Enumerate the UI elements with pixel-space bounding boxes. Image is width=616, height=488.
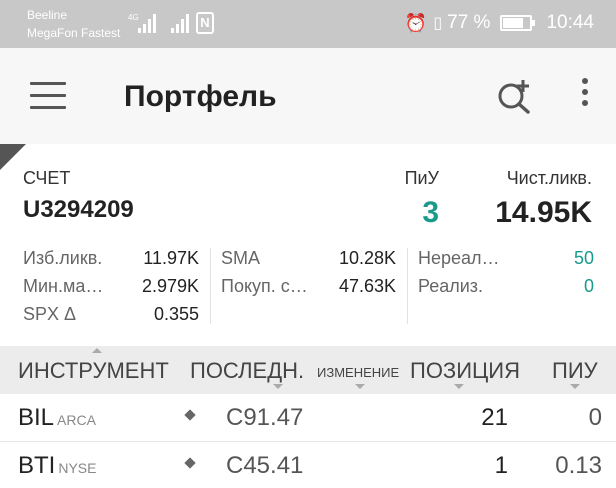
metrics-column-1: Изб.ликв. 11.97K Мин.ма… 2.979K SPX Δ 0.…	[23, 244, 199, 328]
row-last-price: C91.47	[226, 404, 304, 431]
account-number: U3294209	[23, 196, 134, 223]
sort-icon	[570, 384, 580, 389]
pnl-value: 3	[422, 196, 439, 229]
app-bar: Портфель	[0, 48, 616, 144]
sort-asc-icon	[92, 348, 102, 353]
vibrate-icon: ▯	[433, 15, 442, 32]
sort-icon	[273, 384, 283, 389]
corner-marker	[0, 144, 26, 170]
metric-label: Нереал…	[418, 247, 500, 268]
row-symbol: BIL ARCA	[18, 404, 96, 431]
signal-icon	[171, 14, 189, 33]
sort-icon	[454, 384, 464, 389]
carrier-2: MegaFon Fastest	[27, 26, 121, 40]
page-title: Портфель	[124, 80, 277, 113]
column-instrument[interactable]: ИНСТРУМЕНТ	[18, 358, 169, 384]
table-row[interactable]: BTI NYSE C45.41 1 0.13	[0, 442, 616, 488]
row-symbol: BTI NYSE	[18, 452, 97, 479]
metric-value: 11.97K	[143, 247, 199, 268]
metric-row: SMA 10.28K	[221, 244, 396, 272]
metric-label: SPX Δ	[23, 303, 77, 324]
row-position: 1	[494, 452, 508, 479]
metric-row: Реализ. 0	[418, 272, 594, 300]
carrier-1: Beeline	[27, 8, 68, 22]
metric-label: Мин.ма…	[23, 275, 104, 296]
metric-value: 0.355	[153, 303, 199, 324]
metrics-column-3: Нереал… 50 Реализ. 0	[418, 244, 594, 300]
metric-value: 10.28K	[338, 247, 396, 268]
signal-4g-icon: 4G	[128, 13, 156, 33]
row-exchange: ARCA	[57, 412, 96, 428]
metric-row: Изб.ликв. 11.97K	[23, 244, 199, 272]
metric-value: 50	[573, 247, 594, 268]
sort-icon	[355, 384, 365, 389]
status-right: ⏰ ▯ 77 % 10:44	[405, 12, 594, 34]
battery-icon	[500, 15, 536, 31]
search-add-icon[interactable]	[496, 78, 532, 114]
battery-percent: 77 %	[447, 12, 491, 33]
clock: 10:44	[546, 12, 594, 33]
status-bar: Beeline MegaFon Fastest 4G N ⏰ ▯ 77 % 10…	[0, 0, 616, 48]
row-last-price: C45.41	[226, 452, 304, 479]
nfc-icon: N	[196, 12, 214, 34]
account-label: СЧЕТ	[23, 168, 71, 188]
divider	[210, 248, 211, 324]
column-last[interactable]: ПОСЛЕДН.	[190, 358, 304, 384]
metric-label: Покуп. с…	[221, 275, 308, 296]
metric-label: Изб.ликв.	[23, 247, 103, 268]
more-vert-icon[interactable]	[575, 78, 595, 114]
column-pnl[interactable]: ПИУ	[552, 358, 598, 384]
diamond-icon	[184, 457, 196, 469]
row-pnl: 0.13	[555, 452, 602, 479]
table-row[interactable]: BIL ARCA C91.47 21 0	[0, 394, 616, 442]
metrics-column-2: SMA 10.28K Покуп. с… 47.63K	[221, 244, 396, 300]
column-change[interactable]: ИЗМЕНЕНИЕ	[317, 365, 399, 380]
diamond-icon	[184, 409, 196, 421]
metric-value: 47.63K	[338, 275, 396, 296]
row-exchange: NYSE	[58, 460, 97, 476]
row-position: 21	[481, 404, 508, 431]
metric-value: 2.979K	[141, 275, 199, 296]
metric-label: Реализ.	[418, 275, 484, 296]
account-summary[interactable]: СЧЕТ U3294209 ПиУ 3 Чист.ликв. 14.95K Из…	[0, 144, 616, 340]
pnl-label: ПиУ	[404, 168, 439, 188]
alarm-icon: ⏰	[404, 12, 428, 33]
metric-row: Мин.ма… 2.979K	[23, 272, 199, 300]
divider	[407, 248, 408, 324]
metric-value: 0	[583, 275, 594, 296]
metric-label: SMA	[221, 247, 261, 268]
metric-row: Нереал… 50	[418, 244, 594, 272]
table-header: ИНСТРУМЕНТ ПОСЛЕДН. ИЗМЕНЕНИЕ ПОЗИЦИЯ ПИ…	[0, 346, 616, 394]
metric-row: Покуп. с… 47.63K	[221, 272, 396, 300]
menu-icon[interactable]	[30, 82, 66, 110]
row-pnl: 0	[588, 404, 602, 431]
net-liq-label: Чист.ликв.	[506, 168, 592, 188]
metric-row: SPX Δ 0.355	[23, 300, 199, 328]
svg-text:4G: 4G	[128, 13, 139, 22]
column-position[interactable]: ПОЗИЦИЯ	[410, 358, 520, 384]
net-liq-value: 14.95K	[495, 196, 592, 229]
